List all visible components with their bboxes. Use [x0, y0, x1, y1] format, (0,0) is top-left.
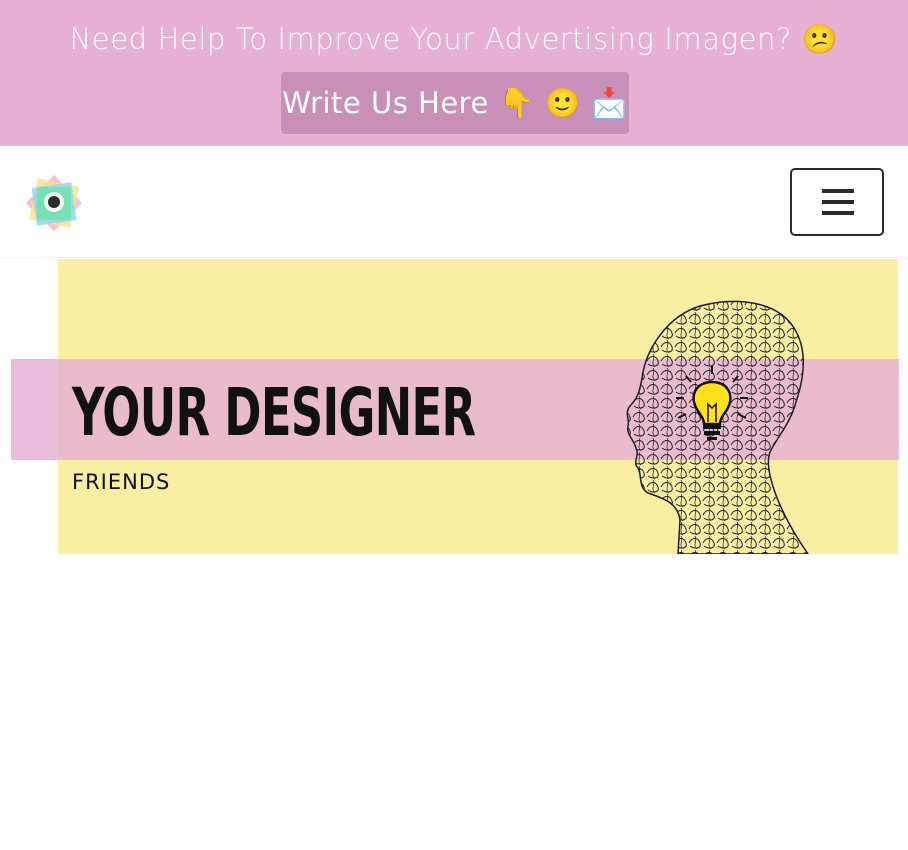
- hero-title: YOUR DESIGNER: [72, 374, 476, 451]
- menu-bar: [822, 189, 854, 193]
- site-header: [0, 146, 908, 258]
- hero-subtitle: FRIENDS: [72, 470, 171, 494]
- write-us-button[interactable]: Write Us Here 👇 🙂 📩: [281, 72, 629, 134]
- menu-bar: [822, 211, 854, 215]
- promo-banner: Need Help To Improve Your Advertising Im…: [0, 0, 908, 146]
- menu-bar: [822, 200, 854, 204]
- hamburger-menu-icon[interactable]: [790, 168, 884, 236]
- promo-text: Need Help To Improve Your Advertising Im…: [69, 22, 839, 56]
- camera-lens-logo-icon[interactable]: [24, 173, 84, 233]
- head-silhouette-lightbulb-icon: [626, 300, 809, 554]
